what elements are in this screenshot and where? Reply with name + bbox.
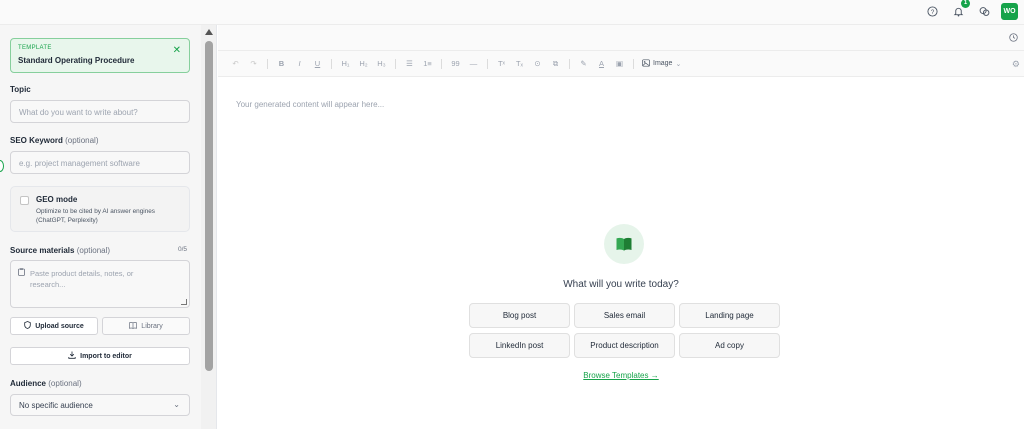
template-name: Standard Operating Procedure <box>18 56 135 65</box>
editor-toolbar: ↶ ↷ B I U H₁ H₂ H₃ ☰ 1≡ 99 — Tˣ Tₓ ⊙ ⧉ ✎… <box>218 51 1024 77</box>
book-icon <box>129 321 138 331</box>
settings-gear-icon[interactable]: ⚙ <box>1012 59 1020 70</box>
topic-input-placeholder: What do you want to write about? <box>19 108 138 117</box>
chevron-down-icon: ⌄ <box>173 400 180 409</box>
chevron-down-icon: ⌄ <box>675 60 682 68</box>
open-book-icon <box>604 224 644 264</box>
history-clock-icon[interactable] <box>1009 33 1018 44</box>
topic-label-text: Topic <box>10 85 31 94</box>
sidebar-form: TEMPLATE Standard Operating Procedure ✕ … <box>0 25 201 429</box>
bullet-list-icon[interactable]: ☰ <box>402 59 417 68</box>
chip-blog-post[interactable]: Blog post <box>469 303 570 328</box>
selected-template-card: TEMPLATE Standard Operating Procedure ✕ <box>10 38 190 73</box>
bold-icon[interactable]: B <box>274 59 289 68</box>
editor-header <box>218 25 1024 51</box>
clipboard-icon <box>18 268 25 278</box>
editor-placeholder[interactable]: Your generated content will appear here.… <box>236 100 384 109</box>
upload-source-label: Upload source <box>35 322 84 330</box>
help-icon[interactable]: ? <box>923 2 941 20</box>
geo-mode-title: GEO mode <box>36 195 78 204</box>
top-bar: ? 1 WO <box>0 0 1024 25</box>
source-placeholder: Paste product details, notes, or researc… <box>30 269 134 289</box>
geo-mode-description: Optimize to be cited by AI answer engine… <box>36 208 156 224</box>
toolbar-divider <box>395 58 396 69</box>
chip-product-description[interactable]: Product description <box>574 333 675 358</box>
horizontal-rule-icon[interactable]: — <box>466 59 481 68</box>
empty-state-prompt: What will you write today? <box>563 279 679 290</box>
topic-label: Topic <box>10 85 31 94</box>
comment-icon[interactable]: ▣ <box>612 59 627 68</box>
sidebar-scrollbar[interactable] <box>201 25 217 429</box>
toolbar-divider <box>267 58 268 69</box>
notifications-bell-icon[interactable]: 1 <box>949 0 970 20</box>
source-materials-label-text: Source materials <box>10 246 75 255</box>
chip-linkedin-post[interactable]: LinkedIn post <box>469 333 570 358</box>
toolbar-divider <box>331 58 332 69</box>
quote-icon[interactable]: 99 <box>448 59 463 68</box>
audience-select[interactable]: No specific audience ⌄ <box>10 394 190 416</box>
seo-keyword-label: SEO Keyword (optional) <box>10 136 99 145</box>
source-materials-label: Source materials (optional) <box>10 246 110 255</box>
copy-icon[interactable]: ⧉ <box>548 59 563 69</box>
seo-optional-text: (optional) <box>65 136 99 145</box>
scrollbar-thumb[interactable] <box>205 41 213 371</box>
browse-templates-link[interactable]: Browse Templates → <box>218 371 1024 380</box>
audience-label: Audience (optional) <box>10 379 82 388</box>
audience-label-text: Audience <box>10 379 47 388</box>
image-dropdown[interactable]: Image ⌄ <box>642 58 682 69</box>
upload-shield-icon <box>24 321 31 331</box>
toolbar-divider <box>569 58 570 69</box>
audience-value: No specific audience <box>19 401 93 410</box>
top-icons: ? 1 WO <box>923 0 1018 20</box>
chip-landing-page[interactable]: Landing page <box>679 303 780 328</box>
undo-icon[interactable]: ↶ <box>228 59 243 68</box>
source-optional-text: (optional) <box>76 246 111 255</box>
import-to-editor-label: Import to editor <box>80 352 132 360</box>
italic-icon[interactable]: I <box>292 59 307 68</box>
superscript-icon[interactable]: Tˣ <box>494 59 509 68</box>
image-icon <box>642 58 650 69</box>
chat-bubbles-icon[interactable] <box>975 2 993 20</box>
seo-keyword-input[interactable]: e.g. project management software <box>10 151 190 174</box>
subscript-icon[interactable]: Tₓ <box>512 59 527 68</box>
text-color-icon[interactable]: A <box>594 59 609 68</box>
heading2-icon[interactable]: H₂ <box>356 59 371 68</box>
svg-text:?: ? <box>930 8 934 15</box>
topic-input[interactable]: What do you want to write about? <box>10 100 190 123</box>
close-icon[interactable]: ✕ <box>173 45 181 56</box>
audience-optional-text: (optional) <box>48 379 82 388</box>
underline-icon[interactable]: U <box>310 59 325 68</box>
geo-mode-card[interactable]: GEO mode Optimize to be cited by AI answ… <box>10 186 190 232</box>
geo-mode-checkbox[interactable] <box>20 196 29 205</box>
template-tag: TEMPLATE <box>18 45 52 51</box>
source-count: 0/5 <box>178 246 188 253</box>
seo-keyword-label-text: SEO Keyword <box>10 136 63 145</box>
library-label: Library <box>141 322 163 330</box>
resize-handle[interactable] <box>181 299 187 305</box>
toolbar-divider <box>633 58 634 69</box>
image-label: Image <box>653 60 673 67</box>
user-avatar[interactable]: WO <box>1001 2 1018 20</box>
source-materials-textarea[interactable]: Paste product details, notes, or researc… <box>10 260 190 308</box>
toolbar-divider <box>487 58 488 69</box>
import-to-editor-button[interactable]: Import to editor <box>10 347 190 365</box>
emoji-icon[interactable]: ⊙ <box>530 59 545 68</box>
heading3-icon[interactable]: H₃ <box>374 59 389 68</box>
import-icon <box>68 351 76 361</box>
redo-icon[interactable]: ↷ <box>246 59 261 68</box>
upload-source-button[interactable]: Upload source <box>10 317 98 335</box>
notification-count-badge: 1 <box>961 0 970 8</box>
chip-sales-email[interactable]: Sales email <box>574 303 675 328</box>
chip-ad-copy[interactable]: Ad copy <box>679 333 780 358</box>
highlighter-icon[interactable]: ✎ <box>576 59 591 68</box>
toolbar-divider <box>441 58 442 69</box>
heading1-icon[interactable]: H₁ <box>338 59 353 68</box>
seo-keyword-placeholder: e.g. project management software <box>19 159 140 168</box>
editor-panel: ↶ ↷ B I U H₁ H₂ H₃ ☰ 1≡ 99 — Tˣ Tₓ ⊙ ⧉ ✎… <box>218 25 1024 429</box>
library-button[interactable]: Library <box>102 317 190 335</box>
scroll-up-arrow-icon[interactable] <box>205 29 213 35</box>
numbered-list-icon[interactable]: 1≡ <box>420 59 435 68</box>
